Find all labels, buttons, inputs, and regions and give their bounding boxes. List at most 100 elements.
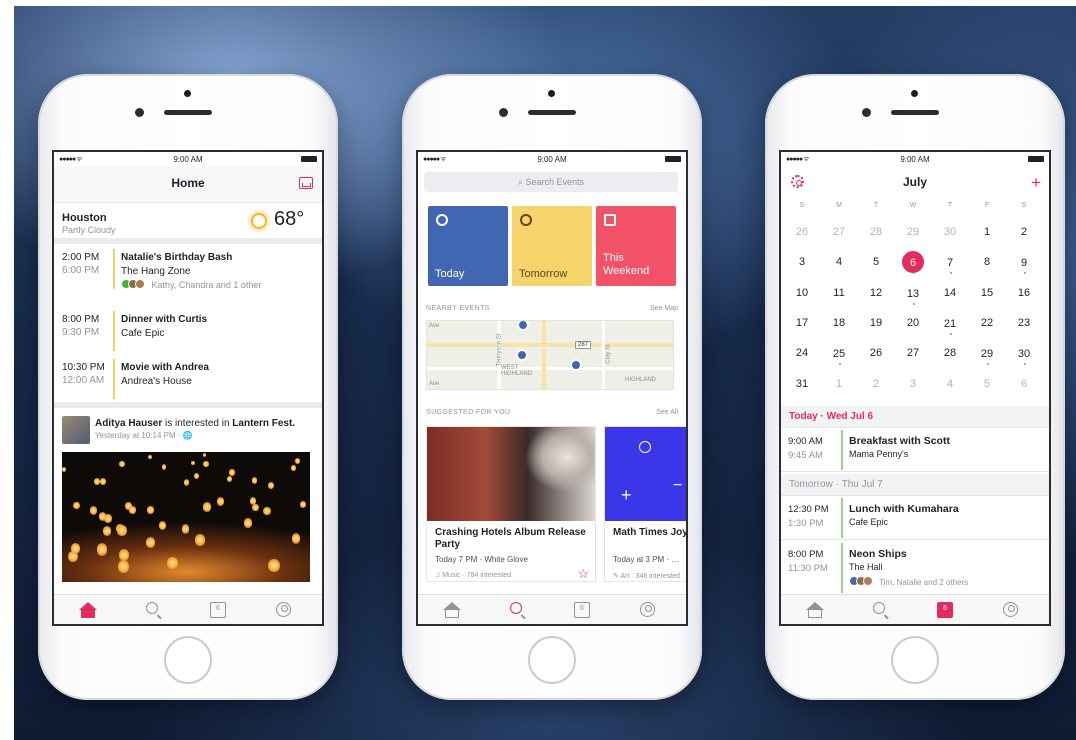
calendar-day[interactable]: 18 (827, 311, 851, 335)
calendar-day[interactable]: 22 (975, 311, 999, 335)
calendar-day[interactable]: 31 (790, 372, 814, 396)
calendar-day[interactable]: 8 (975, 250, 999, 274)
tab-search[interactable] (873, 602, 889, 618)
calendar-day[interactable]: 17 (790, 311, 814, 335)
search-input[interactable]: ⌕ Search Events (424, 172, 678, 192)
gear-icon[interactable] (791, 175, 804, 188)
calendar-day[interactable]: 14 (938, 281, 962, 305)
tab-profile[interactable] (276, 602, 292, 618)
calendar-day[interactable]: 6 (1012, 372, 1036, 396)
event-row[interactable]: 9:00 AM 9:45 AM Breakfast with Scott Mam… (781, 428, 1049, 472)
calendar-day[interactable]: 2 (864, 372, 888, 396)
card-meta: Today at 3 PM · … (613, 555, 680, 564)
event-end: 12:00 AM (62, 375, 105, 386)
lantern (117, 524, 127, 536)
calendar-day[interactable]: 21 (938, 310, 962, 335)
card-interest: ♫ Music · 784 interested (435, 572, 512, 579)
calendar-day[interactable]: 9 (1012, 250, 1036, 275)
tile-this-weekend[interactable]: This Weekend (596, 206, 676, 286)
tab-home[interactable] (79, 602, 97, 618)
calendar-day[interactable]: 11 (827, 281, 851, 305)
calendar-day[interactable]: 2 (1012, 220, 1036, 244)
calendar-day[interactable]: 4 (827, 250, 851, 274)
calendar-day[interactable]: 20 (901, 311, 925, 335)
event-title: Dinner with Curtis (121, 314, 208, 325)
home-button[interactable] (891, 636, 939, 684)
inbox-icon[interactable] (299, 177, 313, 189)
map-pin-icon[interactable] (517, 321, 529, 331)
calendar-day[interactable]: 10 (790, 281, 814, 305)
weather-card[interactable]: Houston Partly Cloudy 68° (54, 204, 322, 244)
tile-tomorrow[interactable]: Tomorrow (512, 206, 592, 286)
calendar-day[interactable]: 6 (901, 250, 925, 275)
calendar-day[interactable]: 26 (790, 220, 814, 244)
calendar-day[interactable]: 29 (901, 220, 925, 244)
map-pin-icon[interactable] (516, 349, 528, 361)
calendar-day[interactable]: 29 (975, 341, 999, 366)
event-card[interactable]: + − Math Times Joy Studio Today at 3 PM … (604, 426, 686, 582)
calendar-day[interactable]: 25 (827, 341, 851, 366)
calendar-day[interactable]: 12 (864, 281, 888, 305)
avatar[interactable] (62, 416, 90, 444)
calendar-day[interactable]: 23 (1012, 311, 1036, 335)
calendar-day[interactable]: 5 (864, 250, 888, 274)
calendar-day[interactable]: 28 (864, 220, 888, 244)
tab-home[interactable] (806, 602, 824, 618)
lantern (226, 475, 232, 482)
calendar-day[interactable]: 30 (1012, 341, 1036, 366)
event-location: Mama Penny's (849, 449, 909, 459)
calendar-icon (604, 214, 616, 226)
calendar-day[interactable]: 15 (975, 281, 999, 305)
calendar-day[interactable]: 30 (938, 220, 962, 244)
tile-today[interactable]: Today (428, 206, 508, 286)
calendar-day[interactable]: 16 (1012, 281, 1036, 305)
tab-calendar[interactable]: 6 (937, 602, 953, 618)
calendar-day[interactable]: 28 (938, 341, 962, 365)
star-icon[interactable]: ☆ (577, 566, 589, 581)
calendar-day[interactable]: 7 (938, 250, 962, 275)
event-row[interactable]: 12:30 PM 1:30 PM Lunch with Kumahara Caf… (781, 496, 1049, 540)
calendar-icon: 6 (943, 605, 947, 612)
calendar-day[interactable]: 19 (864, 311, 888, 335)
post-target[interactable]: Lantern Fest. (232, 418, 295, 429)
calendar-day[interactable]: 27 (827, 220, 851, 244)
event-row[interactable]: 8:00 PM 11:30 PM Neon Ships The Hall Tim… (781, 541, 1049, 593)
tab-calendar[interactable]: 6 (210, 602, 226, 618)
home-button[interactable] (164, 636, 212, 684)
tab-home[interactable] (443, 602, 461, 618)
calendar-day[interactable]: 26 (864, 341, 888, 365)
friend-avatars (121, 279, 149, 289)
lantern-photo[interactable] (62, 452, 310, 582)
calendar-day[interactable]: 1 (827, 372, 851, 396)
tab-calendar[interactable]: 6 (574, 602, 590, 618)
calendar-day[interactable]: 3 (901, 372, 925, 396)
event-end: 9:45 AM (788, 450, 823, 461)
calendar-screen: ●●●●● ᯤ 9:00 AM July + S M T W T F S 26 27 28 29 30… (779, 150, 1051, 626)
see-map-link[interactable]: See Map (650, 305, 678, 312)
tab-search[interactable] (146, 602, 162, 618)
tab-profile[interactable] (640, 602, 656, 618)
calendar-day[interactable]: 27 (901, 341, 925, 365)
nearby-map[interactable]: Ave Tennyson St Clay St 287 WEST HIGHLAN… (426, 320, 674, 390)
calendar-day[interactable]: 1 (975, 220, 999, 244)
home-button[interactable] (528, 636, 576, 684)
feed-post[interactable]: Aditya Hauser is interested in Lantern F… (54, 402, 322, 598)
calendar-day[interactable]: 4 (938, 372, 962, 396)
event-card[interactable]: Crashing Hotels Album Release Party Toda… (426, 426, 596, 582)
calendar-day[interactable]: 5 (975, 372, 999, 396)
calendar-day[interactable]: 13 (901, 280, 925, 305)
post-headline: Aditya Hauser is interested in Lantern F… (95, 418, 320, 429)
see-all-link[interactable]: See All (656, 409, 678, 416)
post-author[interactable]: Aditya Hauser (95, 418, 162, 429)
event-row[interactable]: 10:30 PM 12:00 AM Movie with Andrea Andr… (54, 356, 322, 402)
calendar-day[interactable]: 24 (790, 341, 814, 365)
event-row[interactable]: 8:00 PM 9:30 PM Dinner with Curtis Cafe … (54, 308, 322, 354)
event-row[interactable]: 2:00 PM 6:00 PM Natalie's Birthday Bash … (54, 246, 322, 292)
lantern (158, 520, 167, 530)
card-title: Crashing Hotels Album Release Party (435, 527, 586, 550)
map-pin-icon[interactable] (570, 359, 582, 371)
add-event-button[interactable]: + (1031, 168, 1041, 198)
tab-search[interactable] (510, 602, 526, 618)
calendar-day[interactable]: 3 (790, 250, 814, 274)
tab-profile[interactable] (1003, 602, 1019, 618)
